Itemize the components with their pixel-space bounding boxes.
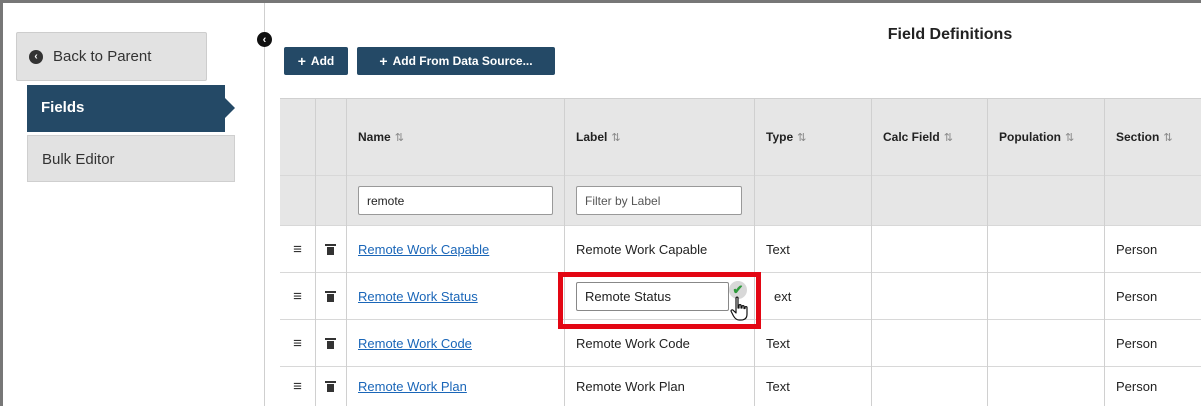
field-name-link[interactable]: Remote Work Capable: [358, 242, 489, 257]
drag-handle-icon[interactable]: ≡: [280, 320, 315, 366]
field-type-cell: Text: [766, 335, 790, 351]
header-cell-handle: [280, 99, 315, 175]
sidebar-item-label: Bulk Editor: [42, 151, 115, 168]
plus-icon: +: [297, 53, 306, 69]
table-row: ≡ Remote Work Capable Remote Work Capabl…: [280, 226, 1201, 273]
field-section-cell: Person: [1116, 288, 1158, 304]
field-label-cell[interactable]: Remote Work Capable: [564, 226, 754, 272]
sidebar-divider: [264, 3, 265, 406]
label-edit-input[interactable]: [576, 281, 729, 311]
sidebar-item-label: Fields: [41, 99, 85, 116]
field-label-cell: [564, 273, 754, 319]
column-header-label[interactable]: Label ⇅: [564, 99, 754, 175]
filter-cell-name: [346, 176, 564, 225]
column-divider: [871, 98, 872, 406]
column-divider: [346, 98, 347, 406]
hand-pointer-cursor-icon: [730, 296, 748, 321]
column-header-type[interactable]: Type ⇅: [754, 99, 871, 175]
plus-icon: +: [379, 53, 388, 69]
field-section-cell: Person: [1116, 335, 1158, 351]
add-button-label: Add: [310, 54, 335, 68]
name-filter-input[interactable]: [358, 186, 553, 215]
field-section-cell: Person: [1116, 379, 1158, 394]
table-filter-row: [280, 176, 1201, 226]
sort-icon: ⇅: [394, 131, 404, 144]
field-name-link[interactable]: Remote Work Code: [358, 336, 472, 351]
field-type-cell: Text: [766, 379, 790, 394]
field-label-cell[interactable]: Remote Work Code: [564, 320, 754, 366]
drag-handle-icon[interactable]: ≡: [280, 226, 315, 272]
field-label-cell[interactable]: Remote Work Plan: [564, 367, 754, 406]
field-calc-cell: [871, 320, 987, 366]
back-to-parent-button[interactable]: ‹ Back to Parent: [16, 32, 207, 81]
add-from-data-source-button[interactable]: + Add From Data Source...: [357, 47, 555, 75]
field-definitions-table: Name ⇅ Label ⇅ Type ⇅ Calc Field ⇅ Popul…: [280, 98, 1201, 406]
column-divider: [1104, 98, 1105, 406]
drag-handle-icon[interactable]: ≡: [280, 367, 315, 406]
page-title: Field Definitions: [887, 26, 1013, 43]
trash-icon[interactable]: [315, 320, 346, 366]
column-divider: [564, 98, 565, 406]
sort-icon: ⇅: [1163, 131, 1173, 144]
field-name-link[interactable]: Remote Work Status: [358, 289, 478, 304]
column-divider: [315, 98, 316, 406]
column-header-label: Calc Field: [883, 130, 940, 144]
field-population-cell: [987, 367, 1104, 406]
column-header-label: Section: [1116, 130, 1160, 144]
sort-icon: ⇅: [611, 131, 621, 144]
filter-cell-label: [564, 176, 754, 225]
sidebar-item-fields[interactable]: Fields: [27, 85, 235, 132]
collapse-sidebar-icon[interactable]: ‹: [257, 32, 272, 47]
field-population-cell: [987, 226, 1104, 272]
table-header-row: Name ⇅ Label ⇅ Type ⇅ Calc Field ⇅ Popul…: [280, 98, 1201, 176]
add-from-data-source-label: Add From Data Source...: [392, 54, 533, 68]
back-to-parent-label: Back to Parent: [53, 48, 152, 65]
column-header-calc-field[interactable]: Calc Field ⇅: [871, 99, 987, 175]
field-population-cell: [987, 273, 1104, 319]
chevron-left-circle-icon: ‹: [29, 49, 43, 64]
column-header-name[interactable]: Name ⇅: [346, 99, 564, 175]
table-row: ≡ Remote Work Code Remote Work Code Text…: [280, 320, 1201, 367]
column-divider: [987, 98, 988, 406]
column-header-population[interactable]: Population ⇅: [987, 99, 1104, 175]
trash-icon[interactable]: [315, 226, 346, 272]
column-header-section[interactable]: Section ⇅: [1104, 99, 1201, 175]
sort-icon: ⇅: [797, 131, 807, 144]
drag-handle-icon[interactable]: ≡: [280, 273, 315, 319]
trash-icon[interactable]: [315, 367, 346, 406]
column-header-label: Name: [358, 130, 391, 144]
field-calc-cell: [871, 273, 987, 319]
column-header-label: Label: [576, 130, 608, 144]
label-filter-input[interactable]: [576, 186, 742, 215]
column-header-label: Type: [766, 130, 794, 144]
field-calc-cell: [871, 226, 987, 272]
field-section-cell: Person: [1116, 241, 1158, 257]
trash-icon[interactable]: [315, 273, 346, 319]
column-divider: [754, 98, 755, 406]
field-type-cell: ext: [774, 288, 792, 304]
field-type-cell: Text: [766, 241, 790, 257]
field-name-link[interactable]: Remote Work Plan: [358, 379, 467, 394]
add-button[interactable]: + Add: [284, 47, 348, 75]
header-cell-delete: [315, 99, 346, 175]
field-population-cell: [987, 320, 1104, 366]
field-calc-cell: [871, 367, 987, 406]
sidebar-item-bulk-editor[interactable]: Bulk Editor: [27, 135, 235, 182]
sort-icon: ⇅: [1065, 131, 1075, 144]
column-header-label: Population: [999, 130, 1061, 144]
sort-icon: ⇅: [943, 131, 953, 144]
table-row: ≡ Remote Work Plan Remote Work Plan Text…: [280, 367, 1201, 406]
